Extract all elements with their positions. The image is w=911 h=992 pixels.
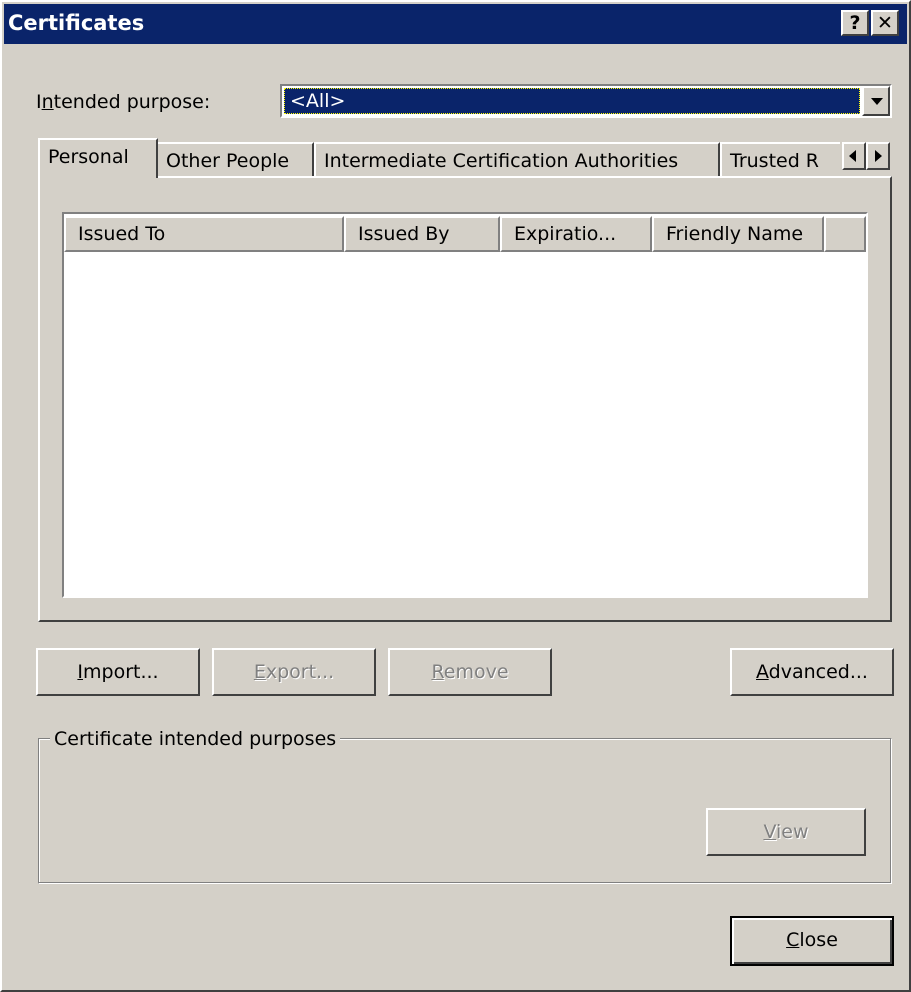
tab-label: Intermediate Certification Authorities: [324, 150, 679, 172]
intended-purpose-value: <All>: [284, 88, 860, 114]
tab-scroll-left-button[interactable]: [842, 142, 866, 170]
column-header-issued-by[interactable]: Issued By: [344, 216, 500, 252]
tab-other-people[interactable]: Other People: [156, 142, 314, 178]
column-header-expiration[interactable]: Expiratio...: [500, 216, 652, 252]
column-header-friendly-name[interactable]: Friendly Name: [652, 216, 824, 252]
tab-personal[interactable]: Personal: [38, 138, 158, 178]
intended-purpose-dropdown[interactable]: <All>: [280, 84, 892, 118]
intended-purpose-label: Intended purpose:: [36, 91, 211, 113]
help-button[interactable]: ?: [841, 10, 869, 36]
remove-button[interactable]: Remove: [388, 648, 552, 696]
column-header-filler: [824, 216, 866, 252]
arrow-right-icon: [875, 150, 882, 162]
dropdown-arrow-button[interactable]: [862, 86, 890, 116]
tab-intermediate-certification-authorities[interactable]: Intermediate Certification Authorities: [314, 142, 720, 178]
window-title: Certificates: [8, 11, 145, 35]
column-header-issued-to[interactable]: Issued To: [64, 216, 344, 252]
chevron-down-icon: [871, 98, 883, 105]
view-button[interactable]: View: [706, 808, 866, 856]
import-button[interactable]: Import...: [36, 648, 200, 696]
arrow-left-icon: [849, 150, 856, 162]
advanced-button[interactable]: Advanced...: [730, 648, 894, 696]
tab-trusted[interactable]: Trusted R: [720, 142, 840, 178]
close-icon: ✕: [877, 12, 893, 34]
tab-label: Personal: [48, 146, 129, 168]
close-window-button[interactable]: ✕: [871, 10, 899, 36]
tab-label: Trusted R: [730, 150, 820, 172]
title-bar[interactable]: Certificates ? ✕: [4, 4, 907, 44]
tab-label: Other People: [166, 150, 290, 172]
export-button[interactable]: Export...: [212, 648, 376, 696]
tab-scroll-right-button[interactable]: [866, 142, 890, 170]
close-button[interactable]: Close: [730, 916, 894, 966]
group-legend: Certificate intended purposes: [50, 726, 341, 752]
certificate-list[interactable]: Issued To Issued By Expiratio... Friendl…: [62, 212, 868, 598]
